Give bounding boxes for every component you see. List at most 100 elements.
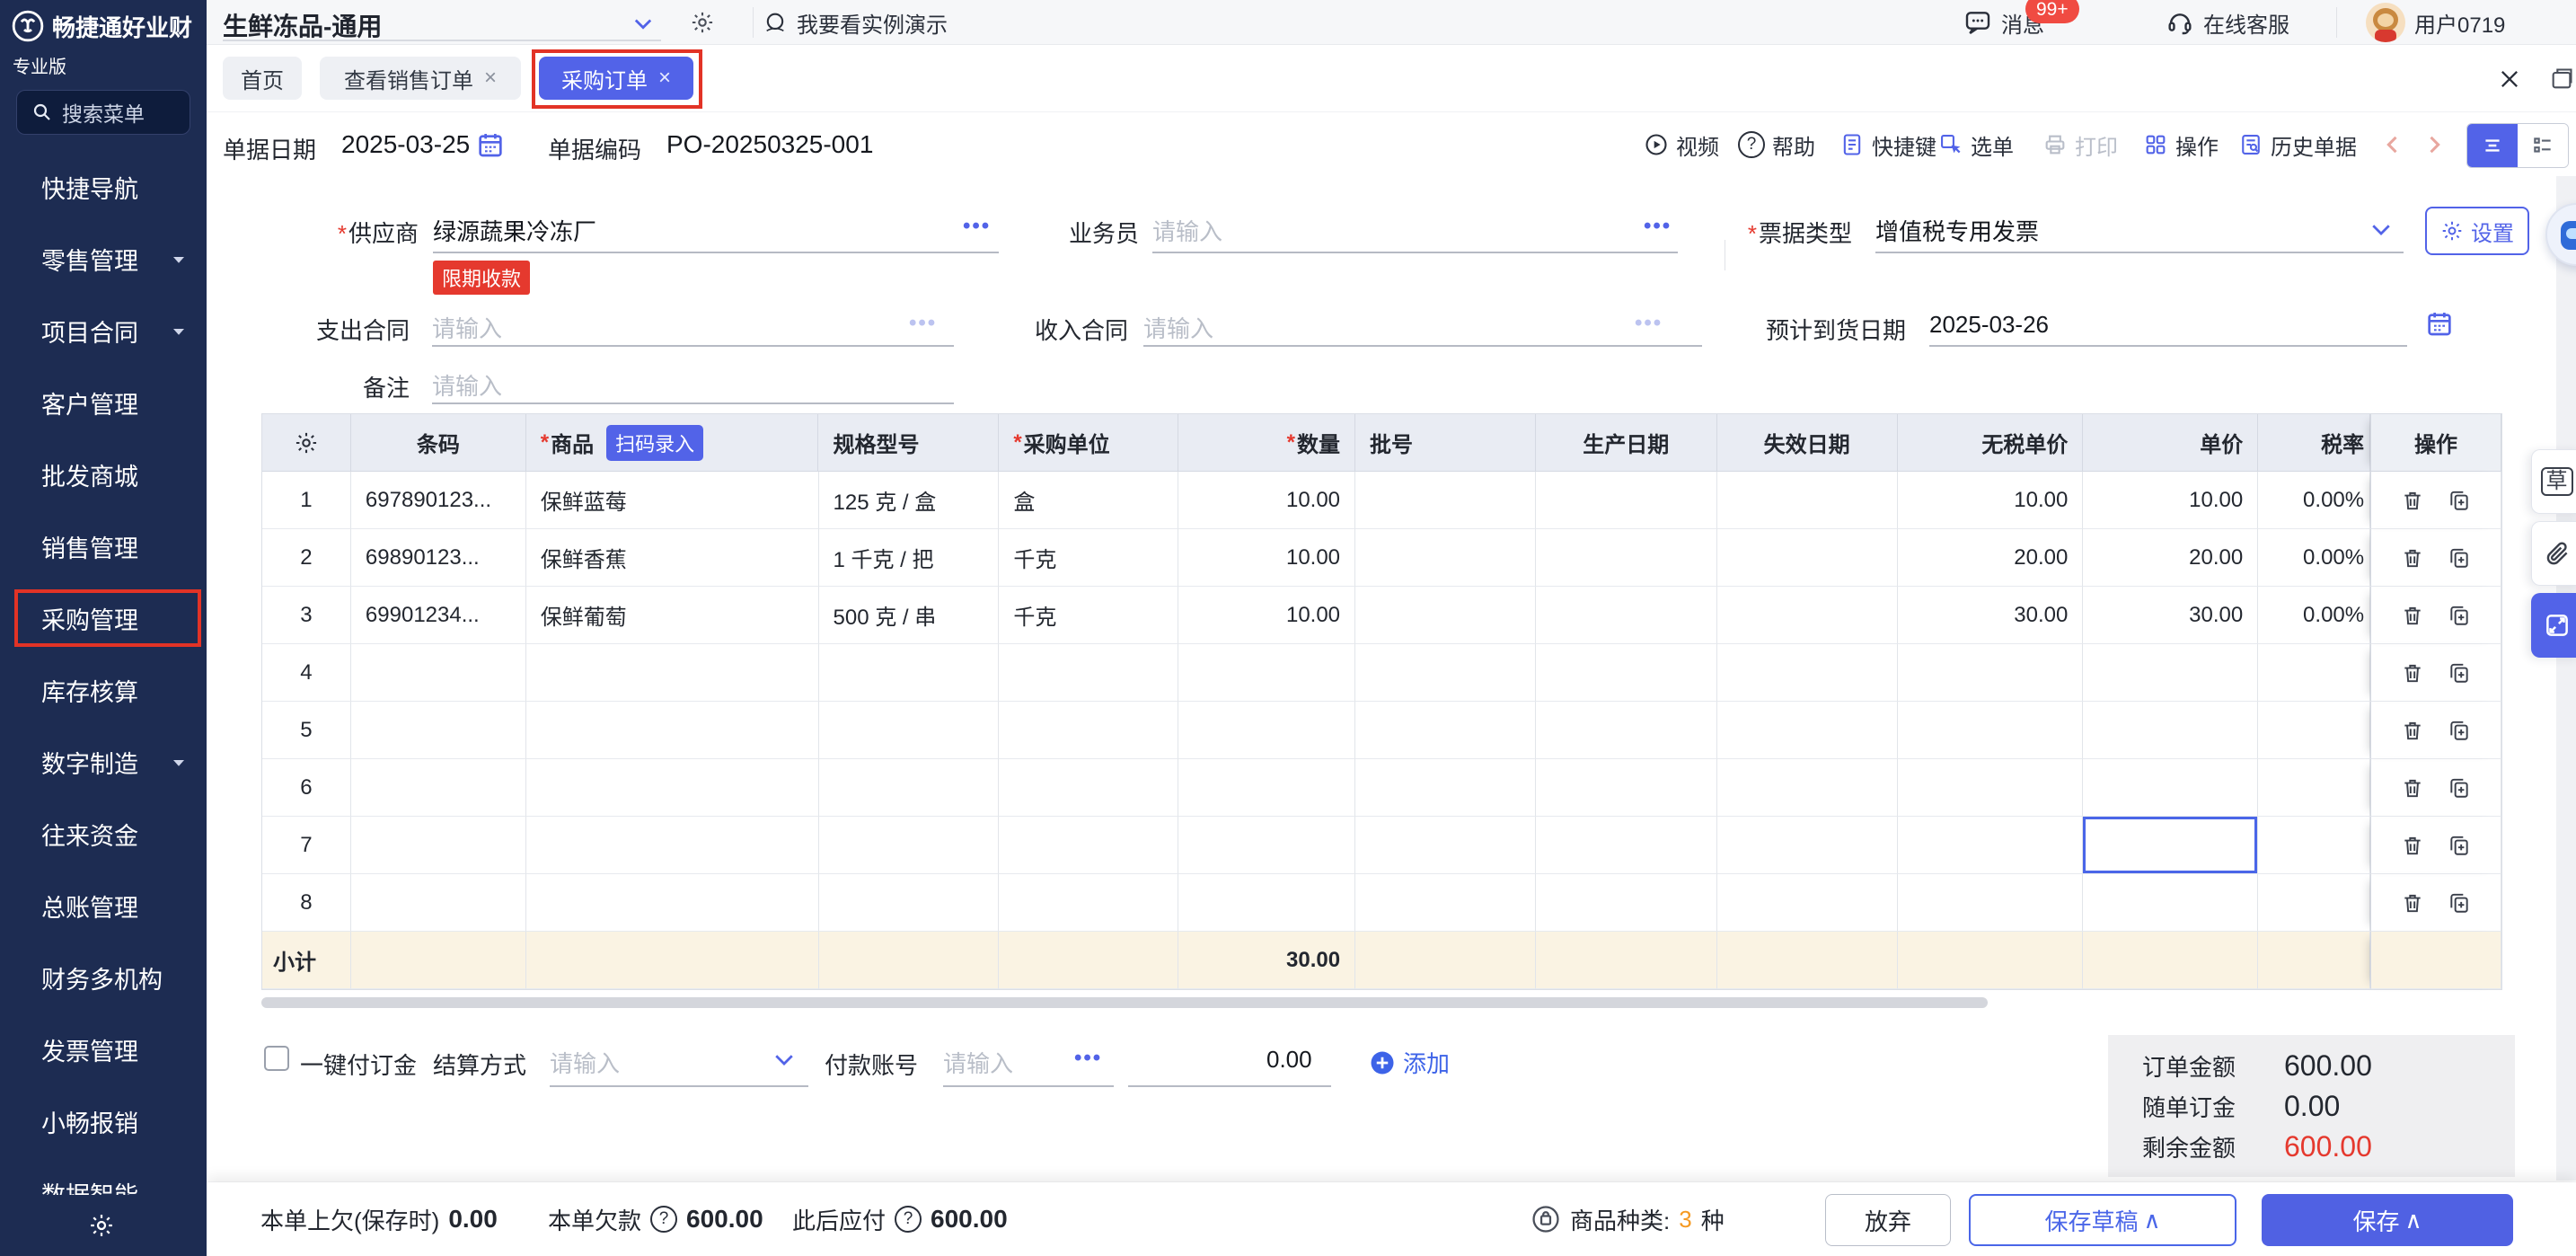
cell-prod-date[interactable] [1536, 874, 1717, 932]
settings-button[interactable]: 设置 [2425, 207, 2529, 255]
delete-row-icon[interactable] [2401, 546, 2424, 570]
cell-price[interactable] [2083, 644, 2258, 702]
cell-qty[interactable]: 10.00 [1178, 587, 1355, 644]
cell-product[interactable]: 保鲜蓝莓 [526, 472, 819, 529]
sidebar-search[interactable]: 搜索菜单 [16, 90, 190, 135]
sidebar-item-invoice[interactable]: 发票管理 [0, 1013, 207, 1085]
cell-tax[interactable] [2258, 644, 2370, 702]
add-payment-button[interactable]: 添加 [1369, 1046, 1450, 1079]
scan-entry-button[interactable]: 扫码录入 [606, 425, 703, 461]
salesman-placeholder[interactable]: 请输入 [1152, 214, 1222, 247]
tab-home[interactable]: 首页 [223, 57, 302, 100]
cell-expire-date[interactable] [1717, 702, 1898, 759]
cell-product[interactable] [526, 759, 819, 817]
cell-spec[interactable] [819, 702, 1000, 759]
cell-unit[interactable] [999, 874, 1178, 932]
chevron-down-icon[interactable] [631, 11, 656, 36]
cell-unit[interactable] [999, 759, 1178, 817]
sidebar-item-retail[interactable]: 零售管理 [0, 223, 207, 295]
supplier-value[interactable]: 绿源蔬果冷冻厂 [433, 214, 596, 247]
delete-row-icon[interactable] [2401, 489, 2424, 512]
sidebar-item-customer[interactable]: 客户管理 [0, 367, 207, 438]
copy-row-icon[interactable] [2448, 891, 2471, 915]
close-icon[interactable]: × [484, 66, 497, 91]
sidebar-item-funds[interactable]: 往来资金 [0, 798, 207, 870]
user-menu[interactable]: 用户0719 [2366, 0, 2505, 45]
sidebar-item-quick-nav[interactable]: 快捷导航 [0, 151, 207, 223]
cell-expire-date[interactable] [1717, 472, 1898, 529]
cell-spec[interactable]: 1 千克 / 把 [819, 529, 1000, 587]
calendar-icon[interactable] [2425, 309, 2454, 338]
copy-row-icon[interactable] [2448, 776, 2471, 800]
cell-qty[interactable] [1178, 759, 1355, 817]
cell-qty[interactable] [1178, 702, 1355, 759]
pick-order-button[interactable]: 选单 [1938, 112, 2014, 177]
delete-row-icon[interactable] [2401, 834, 2424, 857]
onekey-deposit-checkbox[interactable] [264, 1046, 289, 1071]
cell-expire-date[interactable] [1717, 874, 1898, 932]
attachment-button[interactable] [2531, 521, 2576, 586]
sidebar-item-project-contract[interactable]: 项目合同 [0, 295, 207, 367]
cell-qty[interactable]: 10.00 [1178, 472, 1355, 529]
cell-expire-date[interactable] [1717, 759, 1898, 817]
copy-row-icon[interactable] [2448, 489, 2471, 512]
salesman-picker-icon[interactable]: ••• [1644, 214, 1672, 239]
cell-price[interactable] [2083, 702, 2258, 759]
demo-link[interactable]: 我要看实例演示 [763, 0, 948, 45]
discard-button[interactable]: 放弃 [1825, 1194, 1951, 1246]
cell-expire-date[interactable] [1717, 529, 1898, 587]
copy-row-icon[interactable] [2448, 546, 2471, 570]
hotkeys-button[interactable]: 快捷键 [1839, 112, 1936, 177]
cell-batch[interactable] [1355, 472, 1536, 529]
cell-tax[interactable] [2258, 759, 2370, 817]
cell-price[interactable] [2083, 874, 2258, 932]
save-button[interactable]: 保存 ∧ [2262, 1194, 2513, 1246]
cell-qty[interactable] [1178, 874, 1355, 932]
cell-tax[interactable]: 0.00% [2258, 529, 2370, 587]
cell-prod-date[interactable] [1536, 759, 1717, 817]
cell-batch[interactable] [1355, 874, 1536, 932]
cell-tax[interactable] [2258, 817, 2370, 874]
operations-button[interactable]: 操作 [2143, 112, 2219, 177]
video-button[interactable]: 视频 [1644, 112, 1719, 177]
remark-placeholder[interactable]: 请输入 [432, 368, 502, 402]
cell-barcode[interactable]: 69890123... [351, 529, 526, 587]
cell-expire-date[interactable] [1717, 587, 1898, 644]
cell-price-notax[interactable] [1898, 644, 2084, 702]
cell-spec[interactable] [819, 874, 1000, 932]
cell-prod-date[interactable] [1536, 529, 1717, 587]
delete-row-icon[interactable] [2401, 719, 2424, 742]
cell-barcode[interactable] [351, 644, 526, 702]
cell-unit[interactable]: 盒 [999, 472, 1178, 529]
cell-expire-date[interactable] [1717, 817, 1898, 874]
sidebar-item-wholesale[interactable]: 批发商城 [0, 438, 207, 510]
cell-barcode[interactable]: 697890123... [351, 472, 526, 529]
sidebar-item-purchase[interactable]: 采购管理 [0, 582, 207, 654]
cell-product[interactable]: 保鲜香蕉 [526, 529, 819, 587]
cell-unit[interactable] [999, 702, 1178, 759]
cell-price[interactable] [2083, 759, 2258, 817]
column-settings-gear-icon[interactable] [262, 414, 351, 472]
cell-batch[interactable] [1355, 644, 1536, 702]
cell-price[interactable]: 30.00 [2083, 587, 2258, 644]
sidebar-item-sales[interactable]: 销售管理 [0, 510, 207, 582]
cell-price[interactable]: 10.00 [2083, 472, 2258, 529]
cell-barcode[interactable]: 69901234... [351, 587, 526, 644]
cell-unit[interactable]: 千克 [999, 587, 1178, 644]
cell-prod-date[interactable] [1536, 817, 1717, 874]
cell-barcode[interactable] [351, 817, 526, 874]
cell-price-notax[interactable]: 10.00 [1898, 472, 2084, 529]
cell-tax[interactable]: 0.00% [2258, 587, 2370, 644]
cell-prod-date[interactable] [1536, 587, 1717, 644]
pay-account-picker-icon[interactable]: ••• [1074, 1046, 1102, 1071]
cell-price-notax[interactable]: 20.00 [1898, 529, 2084, 587]
calendar-icon[interactable] [476, 130, 505, 159]
next-doc-icon[interactable] [2422, 132, 2447, 157]
cell-spec[interactable] [819, 759, 1000, 817]
delete-row-icon[interactable] [2401, 776, 2424, 800]
prev-doc-icon[interactable] [2380, 132, 2405, 157]
cell-tax[interactable] [2258, 874, 2370, 932]
cell-product[interactable] [526, 817, 819, 874]
sidebar-item-expense[interactable]: 小畅报销 [0, 1085, 207, 1157]
deposit-amount-value[interactable]: 0.00 [1266, 1046, 1312, 1074]
